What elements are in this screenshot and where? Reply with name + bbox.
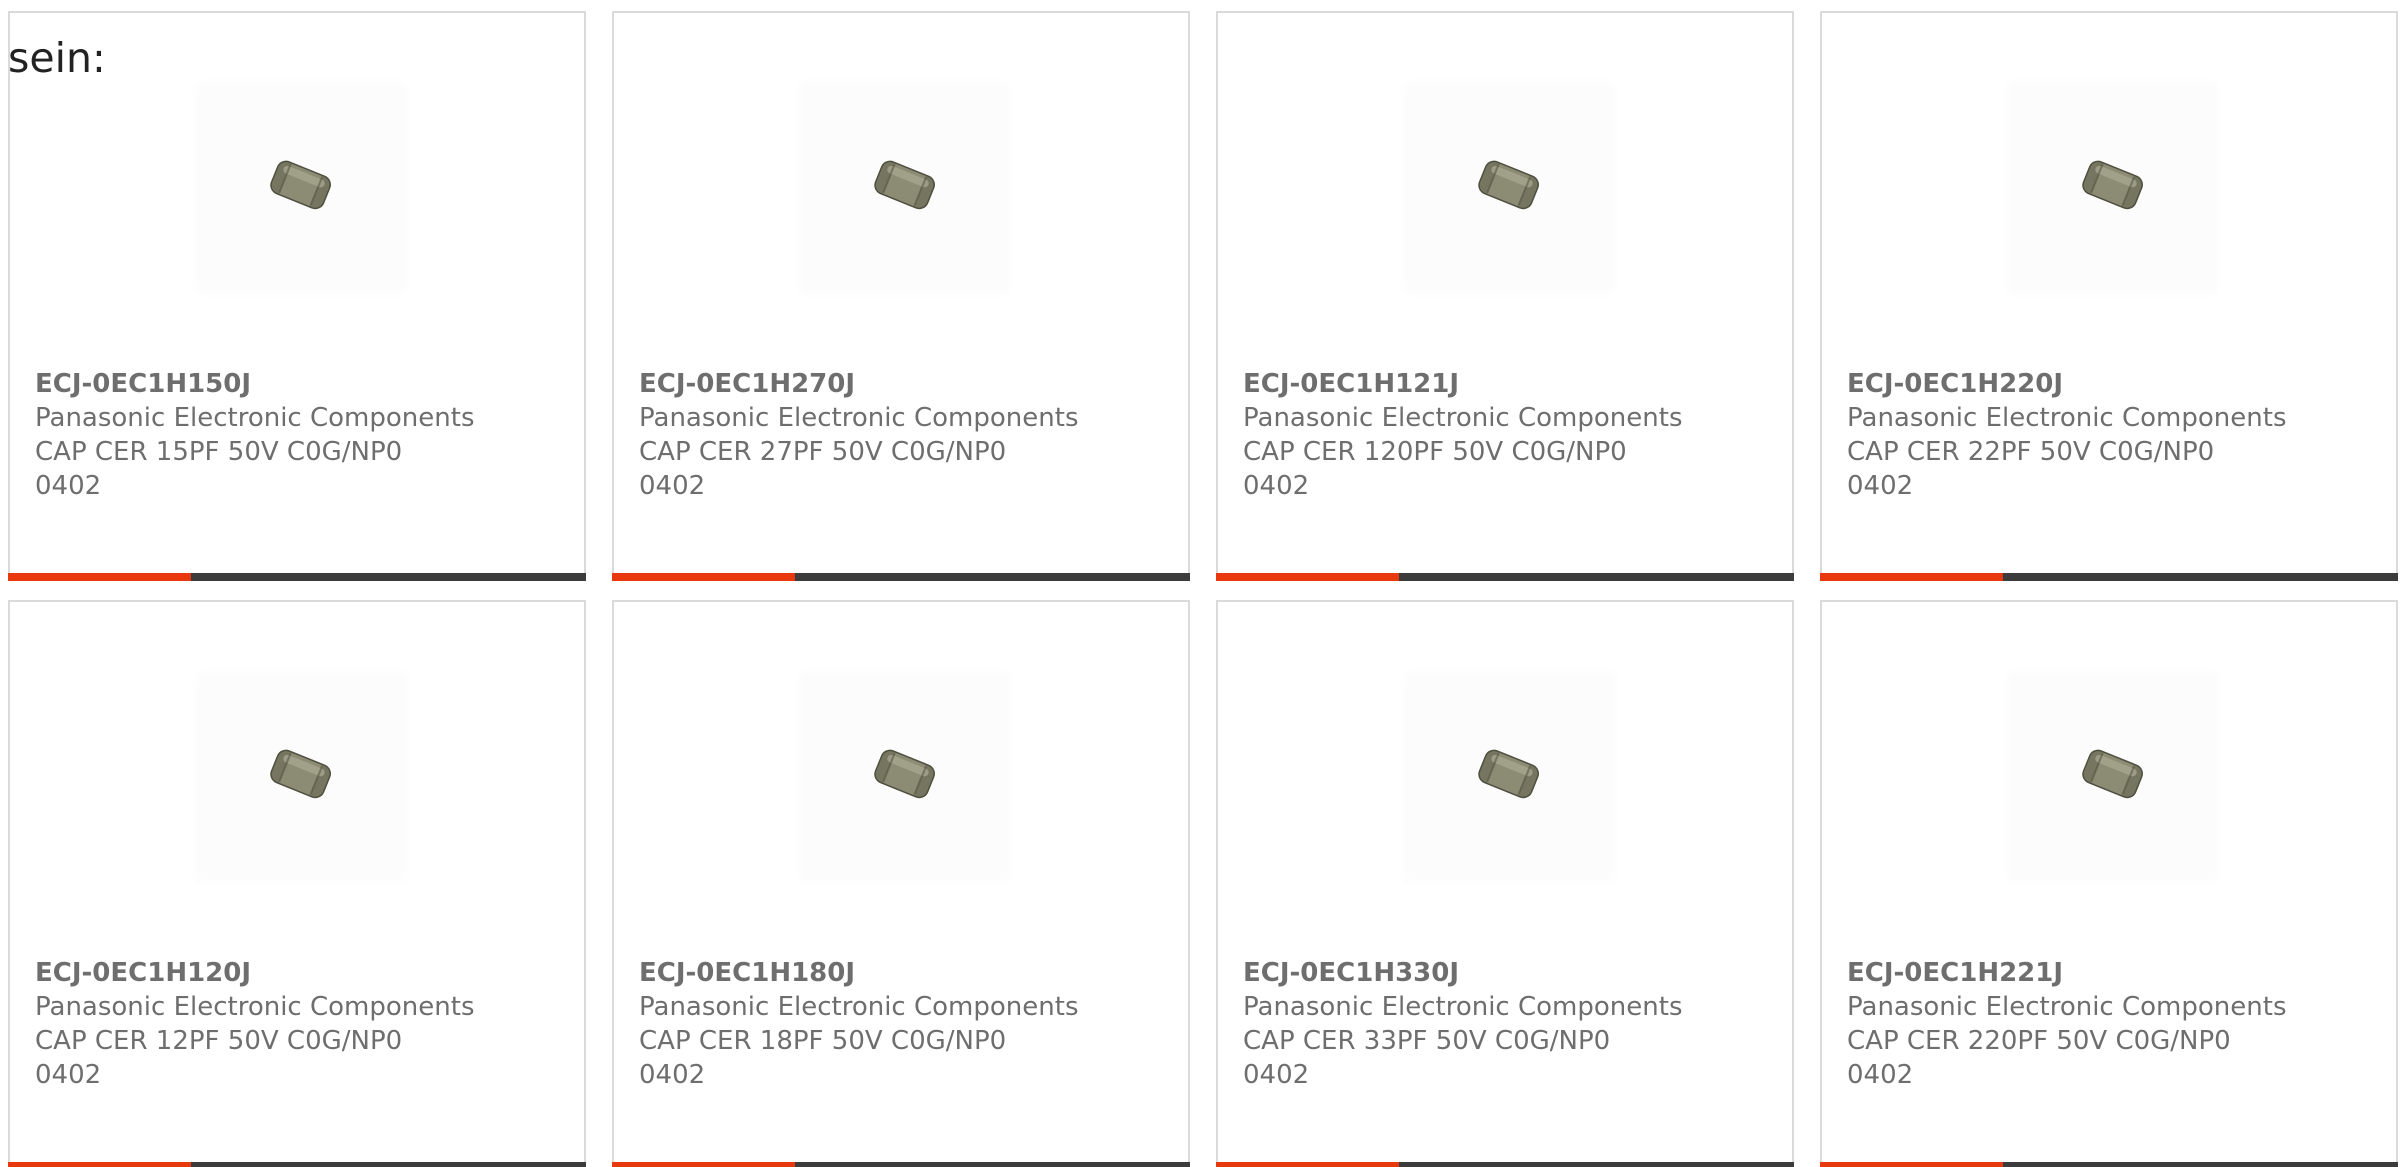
package: 0402 (35, 1060, 102, 1090)
package: 0402 (639, 471, 706, 501)
ceramic-capacitor-chip-icon (874, 749, 935, 799)
product-card[interactable]: ECJ-0EC1H121J Panasonic Electronic Compo… (1216, 11, 1794, 581)
part-number[interactable]: ECJ-0EC1H330J (1243, 956, 1459, 990)
description: CAP CER 12PF 50V C0G/NP0 (35, 1026, 403, 1056)
card-bar (612, 1162, 1190, 1167)
description: CAP CER 33PF 50V C0G/NP0 (1243, 1026, 1611, 1056)
package: 0402 (1243, 1060, 1310, 1090)
description: CAP CER 220PF 50V C0G/NP0 (1847, 1026, 2231, 1056)
product-card[interactable]: ECJ-0EC1H270J Panasonic Electronic Compo… (612, 11, 1190, 581)
description: CAP CER 120PF 50V C0G/NP0 (1243, 437, 1627, 467)
product-card[interactable]: ECJ-0EC1H220J Panasonic Electronic Compo… (1820, 11, 2398, 581)
part-number[interactable]: ECJ-0EC1H220J (1847, 367, 2063, 401)
manufacturer: Panasonic Electronic Components (1243, 403, 1683, 433)
part-number[interactable]: ECJ-0EC1H121J (1243, 367, 1459, 401)
description: CAP CER 18PF 50V C0G/NP0 (639, 1026, 1007, 1056)
part-number[interactable]: ECJ-0EC1H150J (35, 367, 251, 401)
package: 0402 (1847, 471, 1914, 501)
product-image[interactable] (199, 86, 403, 290)
card-bar (8, 573, 586, 581)
card-bar (1820, 1162, 2398, 1167)
product-card[interactable]: ECJ-0EC1H150J Panasonic Electronic Compo… (8, 11, 586, 581)
manufacturer: Panasonic Electronic Components (1243, 992, 1683, 1022)
product-card[interactable]: ECJ-0EC1H180J Panasonic Electronic Compo… (612, 600, 1190, 1167)
part-number[interactable]: ECJ-0EC1H221J (1847, 956, 2063, 990)
ceramic-capacitor-chip-icon (2082, 160, 2143, 210)
part-number[interactable]: ECJ-0EC1H180J (639, 956, 855, 990)
product-image[interactable] (199, 675, 403, 879)
product-grid: ECJ-0EC1H150J Panasonic Electronic Compo… (0, 0, 2400, 1167)
card-bar-accent (8, 1162, 191, 1167)
product-card[interactable]: ECJ-0EC1H120J Panasonic Electronic Compo… (8, 600, 586, 1167)
part-number[interactable]: ECJ-0EC1H270J (639, 367, 855, 401)
product-page: sein: ECJ-0EC1H150J Panasonic Electronic… (0, 0, 2400, 1167)
package: 0402 (35, 471, 102, 501)
card-bar (8, 1162, 586, 1167)
product-card[interactable]: ECJ-0EC1H221J Panasonic Electronic Compo… (1820, 600, 2398, 1167)
product-card[interactable]: ECJ-0EC1H330J Panasonic Electronic Compo… (1216, 600, 1794, 1167)
manufacturer: Panasonic Electronic Components (1847, 403, 2287, 433)
package: 0402 (639, 1060, 706, 1090)
card-bar (1820, 573, 2398, 581)
description: CAP CER 22PF 50V C0G/NP0 (1847, 437, 2215, 467)
product-image[interactable] (2011, 86, 2215, 290)
ceramic-capacitor-chip-icon (874, 160, 935, 210)
manufacturer: Panasonic Electronic Components (639, 403, 1079, 433)
product-image[interactable] (803, 675, 1007, 879)
card-bar-accent (1820, 1162, 2003, 1167)
card-bar (1216, 573, 1794, 581)
card-bar-accent (1216, 1162, 1399, 1167)
card-bar-accent (1820, 573, 2003, 581)
product-image[interactable] (1407, 86, 1611, 290)
description: CAP CER 15PF 50V C0G/NP0 (35, 437, 403, 467)
lead-text: sein: (8, 34, 106, 82)
card-bar (612, 573, 1190, 581)
ceramic-capacitor-chip-icon (2082, 749, 2143, 799)
package: 0402 (1847, 1060, 1914, 1090)
product-image[interactable] (803, 86, 1007, 290)
card-bar-accent (612, 1162, 795, 1167)
card-bar-accent (8, 573, 191, 581)
ceramic-capacitor-chip-icon (270, 160, 331, 210)
manufacturer: Panasonic Electronic Components (1847, 992, 2287, 1022)
manufacturer: Panasonic Electronic Components (35, 992, 475, 1022)
ceramic-capacitor-chip-icon (1478, 749, 1539, 799)
ceramic-capacitor-chip-icon (270, 749, 331, 799)
part-number[interactable]: ECJ-0EC1H120J (35, 956, 251, 990)
package: 0402 (1243, 471, 1310, 501)
card-bar (1216, 1162, 1794, 1167)
manufacturer: Panasonic Electronic Components (35, 403, 475, 433)
product-image[interactable] (1407, 675, 1611, 879)
product-image[interactable] (2011, 675, 2215, 879)
description: CAP CER 27PF 50V C0G/NP0 (639, 437, 1007, 467)
manufacturer: Panasonic Electronic Components (639, 992, 1079, 1022)
ceramic-capacitor-chip-icon (1478, 160, 1539, 210)
card-bar-accent (612, 573, 795, 581)
card-bar-accent (1216, 573, 1399, 581)
